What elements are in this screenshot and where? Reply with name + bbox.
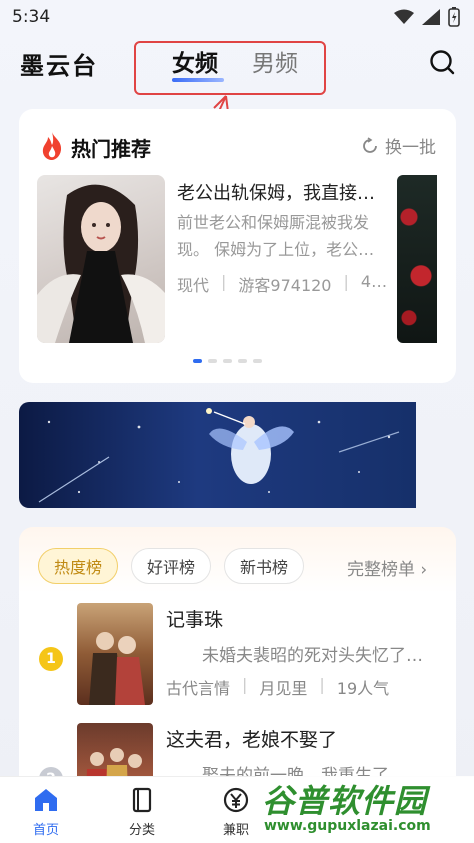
chip-new-rank[interactable]: 新书榜 <box>224 548 305 584</box>
hot-book-meta: 现代 | 游客974120 | 4… <box>177 272 395 296</box>
nav-parttime-label: 兼职 <box>222 823 249 838</box>
nav-home[interactable]: 首页 <box>16 785 76 838</box>
book-author: 游客974120 <box>238 276 332 295</box>
carousel-dot <box>208 359 217 363</box>
wifi-icon <box>394 9 414 24</box>
promo-banner[interactable] <box>19 402 416 508</box>
carousel-indicator <box>193 359 262 363</box>
meta-divider: | <box>319 675 325 694</box>
rank-book-title: 这夫君，老娘不娶了 <box>166 729 338 751</box>
carousel-dot <box>253 359 262 363</box>
rank-book-desc: 未婚夫裴昭的死对头失忆了… <box>202 646 423 666</box>
flame-icon <box>42 132 62 160</box>
home-icon <box>35 789 57 811</box>
meta-divider: | <box>221 272 227 291</box>
ranking-item[interactable]: 1 记事珠 未婚夫裴昭的死对头失忆了… 古代言情 | 月见里 | 19人气 <box>19 603 456 713</box>
battery-icon <box>448 7 460 27</box>
hot-recommend-card: 热门推荐 换一批 老公出轨保姆，我直接… 前世老公和保姆厮混被我发现。 保姆为了… <box>19 109 456 383</box>
signal-icon <box>422 9 440 25</box>
search-icon[interactable] <box>428 48 456 76</box>
chip-rating-rank[interactable]: 好评榜 <box>131 548 212 584</box>
nav-category[interactable]: 分类 <box>112 785 172 838</box>
meta-divider: | <box>343 272 349 291</box>
carousel-dot <box>238 359 247 363</box>
header: 墨云台 女频 男频 <box>0 34 474 95</box>
rank-book-title: 记事珠 <box>166 609 224 631</box>
cover-illustration <box>37 184 165 343</box>
app-title: 墨云台 <box>20 51 98 80</box>
rank-book-meta: 古代言情 | 月见里 | 19人气 <box>166 675 389 699</box>
book-popularity: 19人气 <box>336 679 390 698</box>
full-ranking-label: 完整榜单 <box>347 560 415 580</box>
book-cover[interactable] <box>37 175 165 343</box>
banner-illustration <box>38 408 400 503</box>
carousel-dot <box>193 359 202 363</box>
watermark-url: www.gupuxlazai.com <box>264 818 431 834</box>
watermark: 谷普软件园 www.gupuxlazai.com <box>256 776 474 843</box>
chip-hot-rank[interactable]: 热度榜 <box>38 548 119 584</box>
meta-divider: | <box>242 675 248 694</box>
book-popularity: 4… <box>360 272 388 291</box>
tab-male[interactable]: 男频 <box>252 44 298 78</box>
full-ranking-link[interactable]: 完整榜单 › <box>347 555 427 580</box>
hot-section-title: 热门推荐 <box>71 137 151 161</box>
nav-category-label: 分类 <box>128 823 155 838</box>
chevron-right-icon: › <box>420 560 428 580</box>
book-author: 月见里 <box>259 679 308 698</box>
hot-book-title[interactable]: 老公出轨保姆，我直接… <box>177 179 395 205</box>
tab-female[interactable]: 女频 <box>172 44 218 78</box>
nav-home-label: 首页 <box>32 823 59 838</box>
active-tab-indicator <box>172 78 224 82</box>
rank-book-cover <box>77 603 153 705</box>
refresh-label: 换一批 <box>385 138 436 158</box>
refresh-icon <box>363 136 377 153</box>
status-time: 5:34 <box>12 7 51 27</box>
next-book-cover[interactable] <box>397 175 437 343</box>
category-icon <box>132 787 152 813</box>
book-genre: 古代言情 <box>166 679 231 698</box>
status-icons <box>394 7 460 27</box>
hot-book-desc: 前世老公和保姆厮混被我发现。 保姆为了上位，老公… <box>177 213 375 259</box>
rank-badge: 1 <box>39 647 63 671</box>
yen-icon <box>223 787 249 813</box>
status-bar: 5:34 <box>0 0 474 34</box>
refresh-button[interactable]: 换一批 <box>361 133 436 158</box>
carousel-dot <box>223 359 232 363</box>
watermark-brand: 谷普软件园 <box>262 782 428 820</box>
book-genre: 现代 <box>177 276 210 295</box>
